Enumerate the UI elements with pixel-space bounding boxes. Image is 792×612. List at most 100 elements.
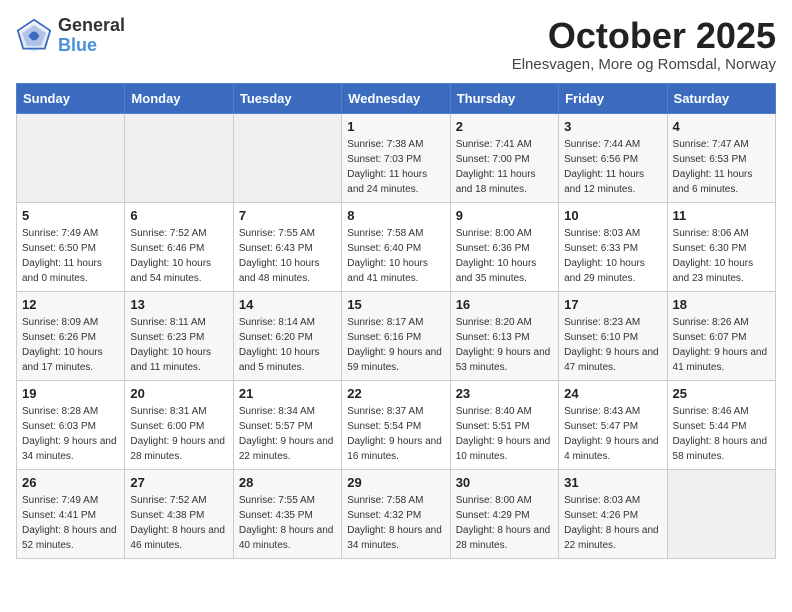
calendar-cell: 4 Sunrise: 7:47 AMSunset: 6:53 PMDaylight… <box>667 113 775 202</box>
logo: General Blue <box>16 16 125 56</box>
calendar-cell <box>125 113 233 202</box>
calendar-cell: 26Sunrise: 7:49 AMSunset: 4:41 PMDayligh… <box>17 469 125 558</box>
day-number: 23 <box>456 386 553 401</box>
weekday-header-row: SundayMondayTuesdayWednesdayThursdayFrid… <box>17 83 776 113</box>
calendar-cell <box>17 113 125 202</box>
calendar-cell: 2 Sunrise: 7:41 AMSunset: 7:00 PMDaylight… <box>450 113 558 202</box>
day-number: 17 <box>564 297 661 312</box>
cell-content: Sunrise: 7:52 AMSunset: 6:46 PMDaylight:… <box>130 226 227 286</box>
calendar-cell: 27Sunrise: 7:52 AMSunset: 4:38 PMDayligh… <box>125 469 233 558</box>
cell-content: Sunrise: 7:44 AMSunset: 6:56 PMDaylight:… <box>564 137 661 197</box>
calendar-cell: 31 Sunrise: 8:03 AMSunset: 4:26 PMDayligh… <box>559 469 667 558</box>
calendar-cell: 18 Sunrise: 8:26 AMSunset: 6:07 PMDayligh… <box>667 291 775 380</box>
day-number: 18 <box>673 297 770 312</box>
weekday-header-sunday: Sunday <box>17 83 125 113</box>
weekday-header-friday: Friday <box>559 83 667 113</box>
day-number: 7 <box>239 208 336 223</box>
day-number: 24 <box>564 386 661 401</box>
calendar-cell: 10Sunrise: 8:03 AMSunset: 6:33 PMDayligh… <box>559 202 667 291</box>
cell-content: Sunrise: 8:00 AMSunset: 4:29 PMDaylight:… <box>456 493 553 553</box>
day-number: 11 <box>673 208 770 223</box>
week-row-4: 19 Sunrise: 8:28 AMSunset: 6:03 PMDayligh… <box>17 380 776 469</box>
cell-content: Sunrise: 7:41 AMSunset: 7:00 PMDaylight:… <box>456 137 553 197</box>
month-title: October 2025 <box>512 16 776 56</box>
cell-content: Sunrise: 8:11 AMSunset: 6:23 PMDaylight:… <box>130 315 227 375</box>
calendar-cell: 1 Sunrise: 7:38 AMSunset: 7:03 PMDaylight… <box>342 113 450 202</box>
calendar-cell: 24 Sunrise: 8:43 AMSunset: 5:47 PMDayligh… <box>559 380 667 469</box>
day-number: 30 <box>456 475 553 490</box>
day-number: 25 <box>673 386 770 401</box>
calendar-cell: 28Sunrise: 7:55 AMSunset: 4:35 PMDayligh… <box>233 469 341 558</box>
cell-content: Sunrise: 8:34 AMSunset: 5:57 PMDaylight:… <box>239 404 336 464</box>
calendar-cell: 8 Sunrise: 7:58 AMSunset: 6:40 PMDaylight… <box>342 202 450 291</box>
cell-content: Sunrise: 8:14 AMSunset: 6:20 PMDaylight:… <box>239 315 336 375</box>
cell-content: Sunrise: 8:17 AMSunset: 6:16 PMDaylight:… <box>347 315 444 375</box>
cell-content: Sunrise: 8:23 AMSunset: 6:10 PMDaylight:… <box>564 315 661 375</box>
calendar-cell: 15 Sunrise: 8:17 AMSunset: 6:16 PMDayligh… <box>342 291 450 380</box>
day-number: 8 <box>347 208 444 223</box>
cell-content: Sunrise: 8:31 AMSunset: 6:00 PMDaylight:… <box>130 404 227 464</box>
calendar-cell: 16 Sunrise: 8:20 AMSunset: 6:13 PMDayligh… <box>450 291 558 380</box>
calendar-cell: 25 Sunrise: 8:46 AMSunset: 5:44 PMDayligh… <box>667 380 775 469</box>
day-number: 29 <box>347 475 444 490</box>
calendar-cell: 19 Sunrise: 8:28 AMSunset: 6:03 PMDayligh… <box>17 380 125 469</box>
calendar-cell: 29Sunrise: 7:58 AMSunset: 4:32 PMDayligh… <box>342 469 450 558</box>
cell-content: Sunrise: 8:43 AMSunset: 5:47 PMDaylight:… <box>564 404 661 464</box>
cell-content: Sunrise: 8:37 AMSunset: 5:54 PMDaylight:… <box>347 404 444 464</box>
calendar-cell: 5 Sunrise: 7:49 AMSunset: 6:50 PMDaylight… <box>17 202 125 291</box>
logo-text: General Blue <box>58 16 125 56</box>
day-number: 20 <box>130 386 227 401</box>
day-number: 27 <box>130 475 227 490</box>
cell-content: Sunrise: 8:03 AMSunset: 4:26 PMDaylight:… <box>564 493 661 553</box>
calendar-cell: 23 Sunrise: 8:40 AMSunset: 5:51 PMDayligh… <box>450 380 558 469</box>
cell-content: Sunrise: 8:20 AMSunset: 6:13 PMDaylight:… <box>456 315 553 375</box>
calendar-cell: 9 Sunrise: 8:00 AMSunset: 6:36 PMDaylight… <box>450 202 558 291</box>
day-number: 28 <box>239 475 336 490</box>
cell-content: Sunrise: 8:28 AMSunset: 6:03 PMDaylight:… <box>22 404 119 464</box>
calendar-cell: 11 Sunrise: 8:06 AMSunset: 6:30 PMDayligh… <box>667 202 775 291</box>
day-number: 2 <box>456 119 553 134</box>
cell-content: Sunrise: 8:46 AMSunset: 5:44 PMDaylight:… <box>673 404 770 464</box>
weekday-header-tuesday: Tuesday <box>233 83 341 113</box>
week-row-1: 1 Sunrise: 7:38 AMSunset: 7:03 PMDaylight… <box>17 113 776 202</box>
calendar-table: SundayMondayTuesdayWednesdayThursdayFrid… <box>16 83 776 559</box>
calendar-cell: 13 Sunrise: 8:11 AMSunset: 6:23 PMDayligh… <box>125 291 233 380</box>
cell-content: Sunrise: 8:09 AMSunset: 6:26 PMDaylight:… <box>22 315 119 375</box>
calendar-cell: 20 Sunrise: 8:31 AMSunset: 6:00 PMDayligh… <box>125 380 233 469</box>
calendar-cell <box>667 469 775 558</box>
day-number: 19 <box>22 386 119 401</box>
cell-content: Sunrise: 7:58 AMSunset: 6:40 PMDaylight:… <box>347 226 444 286</box>
day-number: 21 <box>239 386 336 401</box>
day-number: 31 <box>564 475 661 490</box>
week-row-3: 12 Sunrise: 8:09 AMSunset: 6:26 PMDayligh… <box>17 291 776 380</box>
page-header: General Blue October 2025 Elnesvagen, Mo… <box>16 16 776 73</box>
calendar-cell: 12 Sunrise: 8:09 AMSunset: 6:26 PMDayligh… <box>17 291 125 380</box>
day-number: 15 <box>347 297 444 312</box>
day-number: 22 <box>347 386 444 401</box>
weekday-header-monday: Monday <box>125 83 233 113</box>
week-row-2: 5 Sunrise: 7:49 AMSunset: 6:50 PMDaylight… <box>17 202 776 291</box>
cell-content: Sunrise: 8:00 AMSunset: 6:36 PMDaylight:… <box>456 226 553 286</box>
day-number: 13 <box>130 297 227 312</box>
day-number: 26 <box>22 475 119 490</box>
cell-content: Sunrise: 7:38 AMSunset: 7:03 PMDaylight:… <box>347 137 444 197</box>
week-row-5: 26Sunrise: 7:49 AMSunset: 4:41 PMDayligh… <box>17 469 776 558</box>
calendar-cell: 14 Sunrise: 8:14 AMSunset: 6:20 PMDayligh… <box>233 291 341 380</box>
day-number: 4 <box>673 119 770 134</box>
cell-content: Sunrise: 8:06 AMSunset: 6:30 PMDaylight:… <box>673 226 770 286</box>
cell-content: Sunrise: 7:55 AMSunset: 6:43 PMDaylight:… <box>239 226 336 286</box>
calendar-cell: 7 Sunrise: 7:55 AMSunset: 6:43 PMDaylight… <box>233 202 341 291</box>
day-number: 14 <box>239 297 336 312</box>
cell-content: Sunrise: 8:40 AMSunset: 5:51 PMDaylight:… <box>456 404 553 464</box>
day-number: 9 <box>456 208 553 223</box>
cell-content: Sunrise: 7:47 AMSunset: 6:53 PMDaylight:… <box>673 137 770 197</box>
calendar-cell: 3Sunrise: 7:44 AMSunset: 6:56 PMDaylight… <box>559 113 667 202</box>
logo-icon <box>16 18 52 54</box>
cell-content: Sunrise: 7:49 AMSunset: 6:50 PMDaylight:… <box>22 226 119 286</box>
day-number: 1 <box>347 119 444 134</box>
day-number: 16 <box>456 297 553 312</box>
cell-content: Sunrise: 8:03 AMSunset: 6:33 PMDaylight:… <box>564 226 661 286</box>
day-number: 12 <box>22 297 119 312</box>
cell-content: Sunrise: 8:26 AMSunset: 6:07 PMDaylight:… <box>673 315 770 375</box>
day-number: 5 <box>22 208 119 223</box>
